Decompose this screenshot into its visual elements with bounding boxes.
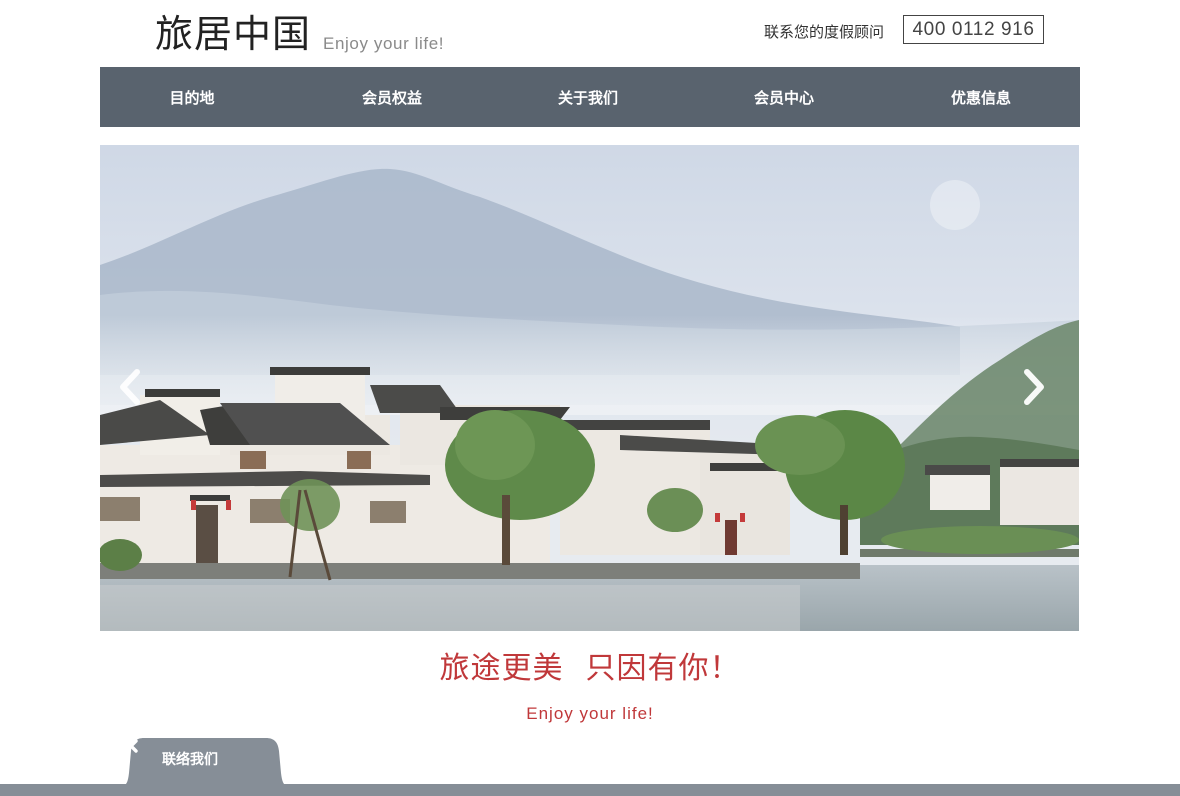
close-icon[interactable] (122, 737, 140, 755)
logo-title: 旅居中国 (155, 12, 312, 56)
nav-item-promotions[interactable]: 优惠信息 (931, 67, 1031, 127)
carousel-next-button[interactable] (1014, 367, 1054, 407)
slogan-part-2: 只因有你！ (585, 651, 741, 686)
contact-tab-label: 联络我们 (162, 752, 218, 768)
chevron-left-icon (120, 369, 140, 405)
nav-item-destinations[interactable]: 目的地 (142, 67, 242, 127)
chevron-right-icon (1024, 369, 1044, 405)
site-logo[interactable]: 旅居中国 Enjoy your life! (155, 12, 444, 56)
contact-advisor-label: 联系您的度假顾问 (764, 23, 885, 41)
hero-slogan: 旅途更美 只因有你！ (100, 648, 1080, 690)
hero-image (100, 145, 1079, 631)
carousel-prev-button[interactable] (110, 367, 150, 407)
phone-number[interactable]: 400 0112 916 (903, 15, 1044, 44)
page: 旅居中国 Enjoy your life! 联系您的度假顾问 400 0112 … (0, 0, 1180, 796)
hero-carousel (100, 145, 1079, 631)
slogan-part-1: 旅途更美 (439, 651, 564, 686)
logo-tagline: Enjoy your life! (323, 34, 445, 53)
contact-us-tab[interactable]: 联络我们 (122, 737, 288, 787)
hero-sub-slogan: Enjoy your life! (526, 704, 654, 723)
nav-item-about-us[interactable]: 关于我们 (538, 67, 638, 127)
nav-item-member-center[interactable]: 会员中心 (734, 67, 834, 127)
nav-item-member-benefits[interactable]: 会员权益 (342, 67, 442, 127)
main-nav: 目的地 会员权益 关于我们 会员中心 优惠信息 (100, 67, 1080, 127)
